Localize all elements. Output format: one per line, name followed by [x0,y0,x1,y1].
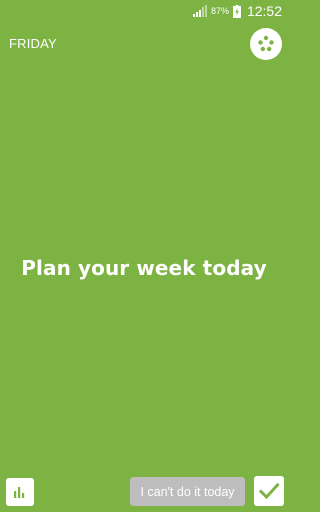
battery-percent: 87% [210,6,229,16]
status-bar: 87% 12:52 [0,0,288,22]
cant-do-it-today-button[interactable]: I can't do it today [130,477,245,506]
signal-icon [192,5,207,17]
headline: Plan your week today [21,256,267,280]
battery-charging-icon [232,4,241,18]
checkmark-icon [258,480,280,502]
dots-menu-icon [256,34,276,54]
done-button[interactable] [254,476,284,506]
menu-button[interactable] [250,28,282,60]
bar-chart-icon [13,485,27,499]
day-label: FRIDAY [9,36,57,51]
status-icons: 87% 12:52 [192,0,282,22]
stats-button[interactable] [6,478,34,506]
clock: 12:52 [246,3,282,19]
